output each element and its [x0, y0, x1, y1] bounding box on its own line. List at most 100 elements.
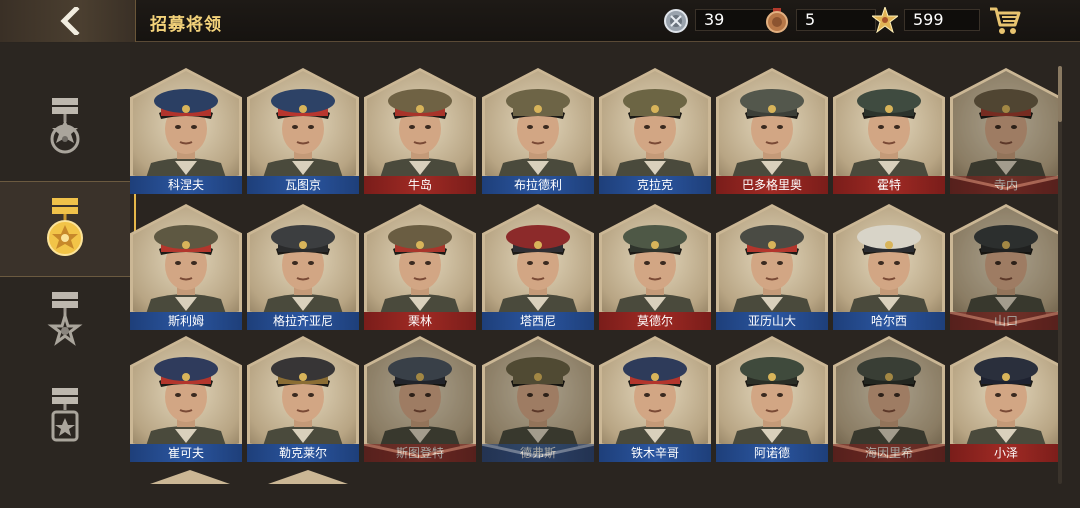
card-frame	[130, 68, 242, 190]
general-name: 栗林	[364, 312, 476, 330]
general-card[interactable]: 布拉德利	[482, 68, 594, 198]
portrait-background	[953, 207, 1059, 323]
shop-cart-icon[interactable]	[988, 4, 1022, 36]
general-portrait	[963, 357, 1049, 455]
general-portrait	[143, 89, 229, 187]
general-portrait	[260, 357, 346, 455]
general-card[interactable]: 莫德尔	[599, 204, 711, 334]
general-card[interactable]: 寺内	[950, 68, 1062, 198]
card-frame	[364, 68, 476, 190]
general-portrait	[963, 89, 1049, 187]
general-card[interactable]: 科涅夫	[130, 68, 242, 198]
general-name: 布拉德利	[482, 176, 594, 194]
general-name: 勒克莱尔	[247, 444, 359, 462]
card-frame	[130, 204, 242, 326]
page-title: 招募将领	[150, 15, 222, 35]
bronze-medal-counter: 5	[764, 8, 876, 33]
gold-star-icon	[872, 7, 898, 33]
card-frame	[364, 204, 476, 326]
general-portrait	[612, 89, 698, 187]
portrait-background	[367, 207, 473, 323]
portrait-background	[602, 339, 708, 455]
silver-medal-icon	[664, 9, 688, 33]
tab-tier-1[interactable]	[0, 81, 130, 177]
general-card[interactable]: 山口	[950, 204, 1062, 334]
general-card[interactable]: 小泽	[950, 336, 1062, 466]
card-frame	[833, 204, 945, 326]
card-frame	[599, 204, 711, 326]
general-card[interactable]: 亚历山大	[716, 204, 828, 334]
portrait-background	[485, 339, 591, 455]
general-portrait	[495, 89, 581, 187]
tab-tier-2[interactable]	[0, 181, 136, 277]
portrait-background	[836, 207, 942, 323]
general-card[interactable]: 牛岛	[364, 68, 476, 198]
general-portrait	[846, 225, 932, 323]
general-card[interactable]: 铁木辛哥	[599, 336, 711, 466]
general-name: 牛岛	[364, 176, 476, 194]
general-portrait	[260, 89, 346, 187]
tier-sidebar	[0, 43, 136, 508]
card-frame	[716, 68, 828, 190]
general-name: 科涅夫	[130, 176, 242, 194]
next-row-card-edge	[150, 470, 230, 484]
general-card[interactable]: 霍特	[833, 68, 945, 198]
general-name: 小泽	[950, 444, 1062, 462]
general-name: 莫德尔	[599, 312, 711, 330]
general-portrait	[143, 225, 229, 323]
general-name: 塔西尼	[482, 312, 594, 330]
portrait-background	[250, 339, 356, 455]
rank-medal-icon	[50, 98, 80, 154]
general-portrait	[612, 357, 698, 455]
tab-tier-4[interactable]	[0, 371, 130, 467]
general-name: 海因里希	[833, 444, 945, 462]
general-card[interactable]: 克拉克	[599, 68, 711, 198]
general-name: 山口	[950, 312, 1062, 330]
general-portrait	[495, 357, 581, 455]
general-name: 哈尔西	[833, 312, 945, 330]
card-frame	[599, 68, 711, 190]
general-name: 阿诺德	[716, 444, 828, 462]
general-grid: 科涅夫 瓦图京 牛岛 布拉德利 克拉克 巴多格里奥 霍特 寺内斯利姆 格拉齐亚尼 栗林 塔西尼 莫德尔…	[130, 44, 1064, 508]
general-card[interactable]: 栗林	[364, 204, 476, 334]
general-card[interactable]: 德弗斯	[482, 336, 594, 466]
general-card[interactable]: 斯图登特	[364, 336, 476, 466]
grid-scrollbar[interactable]	[1058, 66, 1062, 484]
card-frame	[482, 336, 594, 458]
portrait-background	[719, 339, 825, 455]
card-frame	[833, 336, 945, 458]
general-card[interactable]: 勒克莱尔	[247, 336, 359, 466]
bronze-medal-icon	[766, 8, 788, 33]
general-name: 德弗斯	[482, 444, 594, 462]
portrait-background	[250, 207, 356, 323]
card-frame	[950, 204, 1062, 326]
back-button[interactable]	[0, 0, 136, 42]
general-portrait	[846, 89, 932, 187]
general-portrait	[846, 357, 932, 455]
general-card[interactable]: 巴多格里奥	[716, 68, 828, 198]
card-frame	[833, 68, 945, 190]
scrollbar-thumb[interactable]	[1058, 66, 1062, 122]
general-name: 斯利姆	[130, 312, 242, 330]
general-portrait	[143, 357, 229, 455]
portrait-background	[367, 339, 473, 455]
card-frame	[130, 336, 242, 458]
general-card[interactable]: 塔西尼	[482, 204, 594, 334]
gold-star-counter: 599	[872, 7, 980, 33]
tab-tier-3[interactable]	[0, 275, 130, 371]
bronze-medal-value: 5	[796, 9, 876, 31]
general-portrait	[377, 357, 463, 455]
general-card[interactable]: 斯利姆	[130, 204, 242, 334]
portrait-background	[602, 207, 708, 323]
card-frame	[599, 336, 711, 458]
general-card[interactable]: 瓦图京	[247, 68, 359, 198]
general-card[interactable]: 哈尔西	[833, 204, 945, 334]
portrait-background	[953, 71, 1059, 187]
general-card[interactable]: 格拉齐亚尼	[247, 204, 359, 334]
portrait-background	[836, 71, 942, 187]
card-frame	[716, 204, 828, 326]
general-card[interactable]: 阿诺德	[716, 336, 828, 466]
general-card[interactable]: 崔可夫	[130, 336, 242, 466]
general-card[interactable]: 海因里希	[833, 336, 945, 466]
general-portrait	[729, 225, 815, 323]
